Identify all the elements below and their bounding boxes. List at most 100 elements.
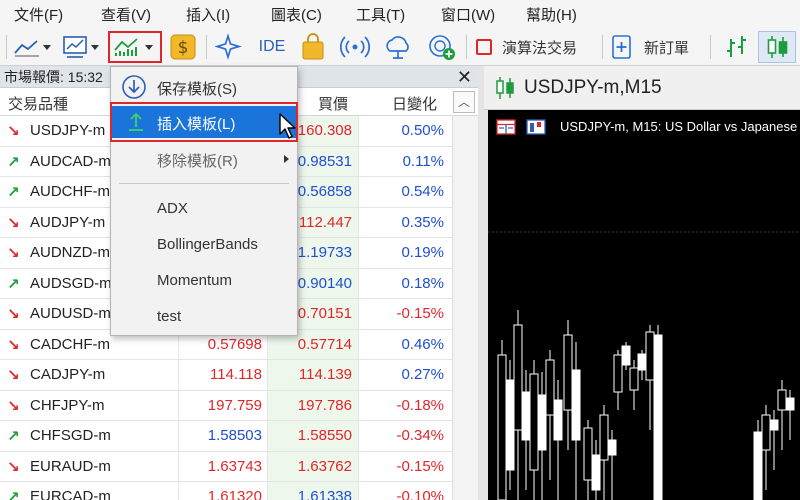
daily-change-cell: -0.15% bbox=[396, 457, 444, 475]
scroll-up-button[interactable]: ︿ bbox=[453, 91, 475, 113]
menu-item-template-adx[interactable]: ADX bbox=[111, 193, 297, 225]
shopping-bag-icon bbox=[302, 33, 324, 60]
symbol-cell: CHFSGD-m bbox=[30, 427, 111, 444]
arrow-up-right-icon: ↗ bbox=[7, 153, 20, 171]
menu-help[interactable]: 幫助(H) bbox=[512, 4, 597, 25]
cloud-vps-button[interactable] bbox=[380, 31, 416, 63]
candlestick bbox=[621, 342, 631, 370]
new-order-icon bbox=[612, 35, 631, 59]
ide-button[interactable]: IDE bbox=[252, 31, 292, 63]
candlestick bbox=[497, 340, 507, 500]
column-header-symbol[interactable]: 交易品種 bbox=[8, 93, 68, 114]
candlestick-series bbox=[488, 231, 800, 500]
globe-add-icon bbox=[429, 35, 455, 60]
column-divider bbox=[358, 329, 359, 359]
menu-window[interactable]: 窗口(W) bbox=[427, 4, 512, 25]
dollar-icon-button[interactable]: $ bbox=[168, 31, 198, 63]
menu-item-template-bollinger[interactable]: BollingerBands bbox=[111, 229, 297, 261]
candlestick-chart-button[interactable] bbox=[758, 31, 796, 63]
menu-item-remove-template[interactable]: 移除模板(R) bbox=[111, 143, 297, 175]
table-row[interactable]: ↗ CHFSGD-m 1.58503 1.58550 -0.34% bbox=[0, 421, 452, 452]
ask-cell: 1.63762 bbox=[297, 457, 352, 475]
candlestick-icon bbox=[767, 36, 788, 58]
candlestick bbox=[583, 420, 593, 500]
ide-label: IDE bbox=[258, 38, 286, 55]
table-row[interactable]: ↘ CADJPY-m 114.118 114.139 0.27% bbox=[0, 360, 452, 391]
daily-change-cell: 0.54% bbox=[401, 183, 444, 200]
bid-cell: 0.57698 bbox=[207, 335, 262, 353]
bid-cell: 197.759 bbox=[207, 396, 262, 414]
menu-insert[interactable]: 插入(I) bbox=[172, 4, 257, 25]
highlight-box bbox=[110, 102, 298, 142]
ai-sparkle-button[interactable] bbox=[212, 31, 246, 63]
svg-text:$: $ bbox=[178, 38, 189, 58]
column-header-daily-change[interactable]: 日變化 bbox=[392, 93, 437, 114]
line-chart-dropdown-button[interactable] bbox=[12, 31, 56, 63]
chart-window-title[interactable]: USDJPY-m,M15 bbox=[524, 77, 662, 99]
algo-trading-stop-icon bbox=[476, 39, 492, 55]
arrow-up-right-icon: ↗ bbox=[7, 275, 20, 293]
daily-change-cell: 0.35% bbox=[401, 213, 444, 231]
candlestick bbox=[521, 370, 531, 490]
sparkle-icon bbox=[215, 33, 243, 60]
column-divider bbox=[358, 360, 359, 390]
ask-cell: 197.786 bbox=[297, 396, 352, 414]
candlestick bbox=[545, 350, 555, 480]
signals-button[interactable] bbox=[338, 31, 372, 63]
column-divider bbox=[178, 421, 179, 451]
menu-charts[interactable]: 圖表(C) bbox=[257, 4, 342, 25]
column-header-ask[interactable]: 買價 bbox=[318, 93, 348, 114]
ask-cell: 1.61338 bbox=[297, 488, 352, 500]
price-chart[interactable]: USDJPY-m, M15: US Dollar vs Japanese Yen bbox=[484, 110, 800, 500]
symbol-cell: AUDSGD-m bbox=[30, 274, 112, 292]
symbol-cell: CHFJPY-m bbox=[30, 396, 105, 414]
broadcast-signal-icon bbox=[340, 36, 370, 58]
candlestick bbox=[753, 420, 763, 500]
arrow-up-right-icon: ↗ bbox=[7, 184, 20, 201]
column-divider bbox=[178, 360, 179, 390]
dollar-icon: $ bbox=[170, 34, 196, 60]
table-row[interactable]: ↗ EURCAD-m 1.61320 1.61338 -0.10% bbox=[0, 482, 452, 500]
candlestick bbox=[553, 380, 563, 500]
mouse-cursor-icon bbox=[279, 113, 296, 139]
arrow-down-right-icon: ↘ bbox=[7, 245, 20, 262]
candlestick bbox=[613, 350, 623, 410]
candlestick bbox=[599, 405, 609, 500]
column-divider bbox=[358, 177, 359, 207]
column-divider bbox=[178, 482, 179, 500]
ask-cell: 114.139 bbox=[298, 366, 352, 383]
menu-item-template-test[interactable]: test bbox=[111, 301, 297, 333]
menu-bar: 文件(F) 查看(V) 插入(I) 圖表(C) 工具(T) 窗口(W) 幫助(H… bbox=[0, 0, 800, 28]
scrollbar[interactable] bbox=[452, 116, 478, 500]
table-row[interactable]: ↘ CHFJPY-m 197.759 197.786 -0.18% bbox=[0, 390, 452, 421]
templates-dropdown-button[interactable] bbox=[108, 31, 162, 63]
menu-item-label: ADX bbox=[157, 200, 188, 217]
bar-chart-button[interactable] bbox=[718, 31, 754, 63]
bid-cell: 1.63743 bbox=[207, 457, 262, 475]
candlestick bbox=[637, 350, 647, 380]
arrow-down-right-icon: ↘ bbox=[7, 397, 20, 415]
add-account-button[interactable] bbox=[424, 31, 460, 63]
toolbar-separator bbox=[466, 35, 467, 59]
symbol-cell: CADJPY-m bbox=[30, 366, 106, 383]
algo-trading-button[interactable]: 演算法交易 bbox=[472, 31, 596, 63]
column-divider bbox=[358, 421, 359, 451]
chart-window-icon bbox=[63, 36, 99, 58]
market-bag-button[interactable] bbox=[298, 31, 328, 63]
candlestick bbox=[653, 325, 663, 500]
close-icon[interactable]: ✕ bbox=[457, 66, 472, 88]
table-row[interactable]: ↘ EURAUD-m 1.63743 1.63762 -0.15% bbox=[0, 451, 452, 482]
candlestick-icon bbox=[496, 77, 514, 99]
submenu-arrow-icon bbox=[284, 155, 289, 163]
ohlc-bars-icon bbox=[727, 36, 746, 57]
toolbar: $ IDE 演算法交易 新訂單 bbox=[0, 28, 800, 66]
menu-tools[interactable]: 工具(T) bbox=[342, 4, 427, 25]
symbol-cell: AUDCAD-m bbox=[30, 152, 111, 170]
menu-file[interactable]: 文件(F) bbox=[0, 4, 87, 25]
menu-item-save-template[interactable]: 保存模板(S) bbox=[111, 71, 297, 103]
menu-item-label: Momentum bbox=[157, 272, 233, 289]
new-order-button[interactable]: 新訂單 bbox=[608, 31, 704, 63]
chart-window-dropdown-button[interactable] bbox=[60, 31, 104, 63]
menu-view[interactable]: 查看(V) bbox=[87, 4, 172, 25]
menu-item-template-momentum[interactable]: Momentum bbox=[111, 265, 297, 297]
